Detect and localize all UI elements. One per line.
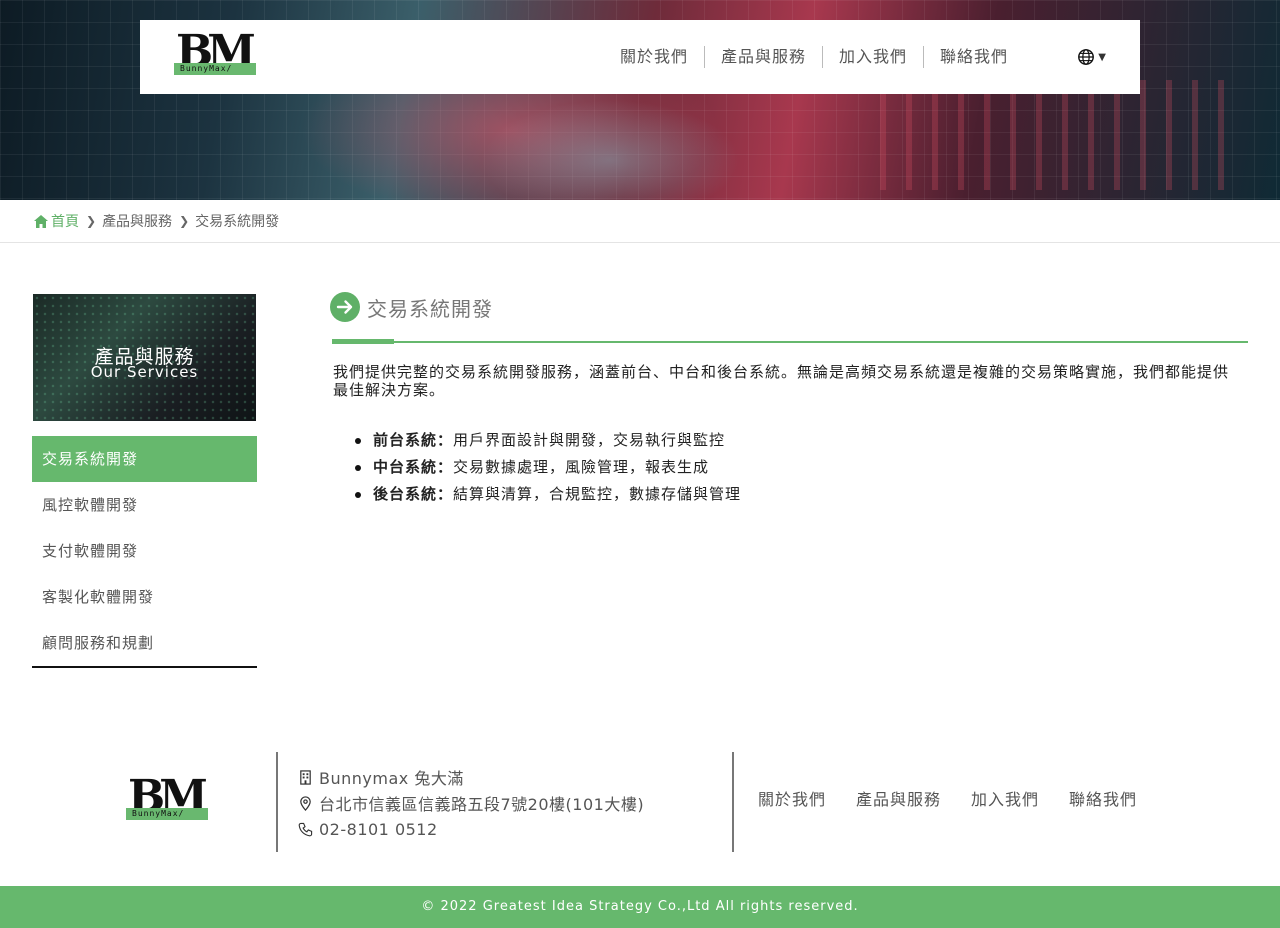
footer-nav-join[interactable]: 加入我們 <box>971 786 1039 810</box>
intro-paragraph: 我們提供完整的交易系統開發服務，涵蓋前台、中台和後台系統。無論是高頻交易系統還是… <box>333 363 1230 399</box>
logo-strip: BunnyMax/ <box>174 63 256 75</box>
sidebar-item-trading[interactable]: 交易系統開發 <box>32 436 257 482</box>
chevron-right-icon: ❯ <box>179 214 190 228</box>
sidebar-item-custom[interactable]: 客製化軟體開發 <box>32 574 257 620</box>
page-title-row: 交易系統開發 <box>330 290 1248 324</box>
language-switcher[interactable]: ▼ <box>1077 48 1106 66</box>
breadcrumb-home[interactable]: 首頁 <box>34 211 79 231</box>
footer-company-row: Bunnymax 兔大滿 <box>298 764 644 790</box>
breadcrumb-item-services[interactable]: 產品與服務 <box>102 211 172 231</box>
hero-data-bars <box>880 80 1240 190</box>
sidebar-banner: 產品與服務 Our Services <box>33 294 256 421</box>
sidebar-item-payment[interactable]: 支付軟體開發 <box>32 528 257 574</box>
logo-strip: BunnyMax/ <box>126 808 208 820</box>
site-header: BM BunnyMax/ 關於我們 產品與服務 加入我們 聯絡我們 ▼ <box>140 20 1140 94</box>
footer-nav-contact[interactable]: 聯絡我們 <box>1069 786 1137 810</box>
footer-divider <box>276 752 278 852</box>
nav-services[interactable]: 產品與服務 <box>703 46 822 68</box>
sidebar-item-risk[interactable]: 風控軟體開發 <box>32 482 257 528</box>
globe-icon <box>1078 49 1095 65</box>
feature-text: 結算與清算，合規監控，數據存儲與管理 <box>453 485 742 503</box>
location-pin-icon <box>300 795 311 811</box>
list-item: 前台系統：用戶界面設計與開發，交易執行與監控 <box>355 427 1248 454</box>
arrow-right-icon <box>330 292 360 322</box>
chevron-right-icon: ❯ <box>86 214 97 228</box>
list-item: 後台系統：結算與清算，合規監控，數據存儲與管理 <box>355 481 1248 508</box>
copyright-bar: © 2022 Greatest Idea Strategy Co.,Ltd Al… <box>0 886 1280 928</box>
breadcrumb-home-label: 首頁 <box>51 214 79 230</box>
nav-contact[interactable]: 聯絡我們 <box>922 46 1024 68</box>
main-content: 交易系統開發 我們提供完整的交易系統開發服務，涵蓋前台、中台和後台系統。無論是高… <box>330 290 1248 508</box>
feature-label: 中台系統： <box>373 458 454 476</box>
footer-logo[interactable]: BM BunnyMax/ <box>126 772 208 826</box>
footer-address: 台北市信義區信義路五段7號20樓(101大樓) <box>319 795 645 814</box>
footer-divider <box>732 752 734 852</box>
site-logo[interactable]: BM BunnyMax/ <box>174 27 256 81</box>
sidebar-item-consulting[interactable]: 顧問服務和規劃 <box>32 620 257 666</box>
breadcrumb-divider <box>0 242 1280 243</box>
nav-about[interactable]: 關於我們 <box>604 46 704 68</box>
phone-icon <box>298 822 313 836</box>
page-title: 交易系統開發 <box>367 296 493 321</box>
feature-text: 交易數據處理，風險管理，報表生成 <box>453 458 710 476</box>
nav-join[interactable]: 加入我們 <box>821 46 923 68</box>
footer-address-row: 台北市信義區信義路五段7號20樓(101大樓) <box>298 790 644 816</box>
title-underline <box>332 339 1248 344</box>
home-icon <box>34 214 48 228</box>
footer-contact: Bunnymax 兔大滿 台北市信義區信義路五段7號20樓(101大樓) 02-… <box>298 764 644 842</box>
breadcrumb-item-current: 交易系統開發 <box>195 214 280 230</box>
footer-company: Bunnymax 兔大滿 <box>319 769 464 788</box>
footer-phone[interactable]: 02-8101 0512 <box>319 820 438 839</box>
chevron-down-icon: ▼ <box>1098 51 1106 63</box>
footer-nav-about[interactable]: 關於我們 <box>758 786 826 810</box>
sidebar-menu: 交易系統開發 風控軟體開發 支付軟體開發 客製化軟體開發 顧問服務和規劃 <box>32 436 257 668</box>
main-nav: 關於我們 產品與服務 加入我們 聯絡我們 <box>604 46 1024 68</box>
sidebar-banner-subtitle: Our Services <box>90 363 199 381</box>
footer-nav-services[interactable]: 產品與服務 <box>856 786 941 810</box>
feature-text: 用戶界面設計與開發，交易執行與監控 <box>453 431 726 449</box>
feature-list: 前台系統：用戶界面設計與開發，交易執行與監控 中台系統：交易數據處理，風險管理，… <box>355 427 1248 508</box>
breadcrumb: 首頁 ❯ 產品與服務 ❯ 交易系統開發 <box>34 210 279 232</box>
list-item: 中台系統：交易數據處理，風險管理，報表生成 <box>355 454 1248 481</box>
building-icon <box>300 769 311 785</box>
feature-label: 後台系統： <box>373 485 454 503</box>
footer-phone-row: 02-8101 0512 <box>298 816 644 842</box>
footer-nav: 關於我們 產品與服務 加入我們 聯絡我們 <box>758 786 1167 810</box>
feature-label: 前台系統： <box>373 431 454 449</box>
